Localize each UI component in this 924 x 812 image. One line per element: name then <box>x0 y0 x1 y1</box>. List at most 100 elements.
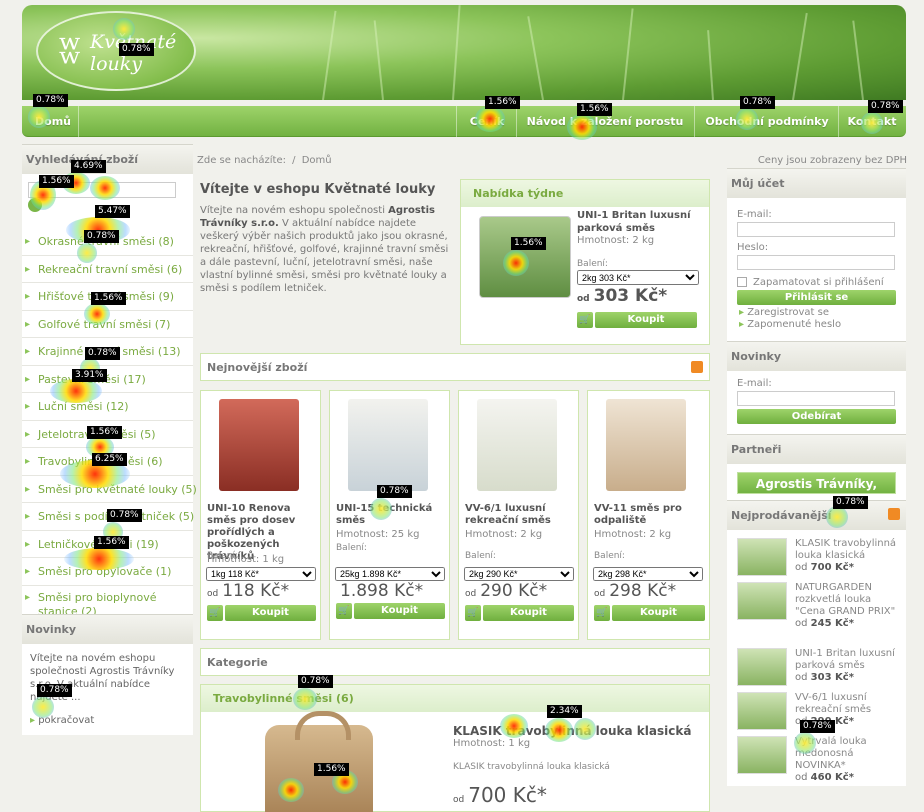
product-image[interactable] <box>219 399 299 491</box>
showcase-product-name[interactable]: KLASIK travobylinná louka klasická <box>453 724 691 738</box>
product-card: UNI-15 technická směs Balení: Hmotnost: … <box>329 390 450 640</box>
offer-pack-label: Balení: <box>577 259 608 269</box>
nav-price-list[interactable]: Ceník <box>458 106 516 137</box>
showcase-product-price: od 700 Kč* <box>453 783 547 807</box>
product-buy-button[interactable]: Koupit <box>483 605 574 621</box>
newest-title: Nejnovější zboží <box>207 361 308 374</box>
offer-buy-button[interactable]: Koupit <box>595 312 697 328</box>
category-showcase: Travobylinné směsi (6) KLASIK travobylin… <box>200 684 710 812</box>
bestseller-image[interactable] <box>737 648 787 686</box>
showcase-product-desc: KLASIK travobylinná louka klasická <box>453 762 610 772</box>
offer-pack-select[interactable]: 2kg 303 Kč* <box>577 270 699 285</box>
product-name[interactable]: VV-11 směs pro odpaliště <box>594 503 706 527</box>
breadcrumb-home[interactable]: Domů <box>302 155 332 166</box>
welcome-section: Vítejte v eshopu Květnaté louky Vítejte … <box>200 182 452 295</box>
rss-icon[interactable] <box>691 361 703 373</box>
left-news-more-link[interactable]: pokračovat <box>38 715 94 726</box>
logo-line-2: louky <box>90 53 142 75</box>
grass-icon: ʬ <box>58 27 82 73</box>
bestseller-image[interactable] <box>737 736 787 774</box>
product-pack-label: Balení: <box>594 551 625 561</box>
bestseller-name[interactable]: VV-6/1 luxusní rekreační směs <box>795 692 871 715</box>
product-image[interactable] <box>606 399 686 491</box>
showcase-product-weight: Hmotnost: 1 kg <box>453 738 531 749</box>
product-card: UNI-10 Renova směs pro dosev prořídlých … <box>200 390 321 640</box>
product-pack-select[interactable]: 2kg 290 Kč* <box>464 567 574 581</box>
product-buy-button[interactable]: Koupit <box>612 605 705 621</box>
category-golfove[interactable]: Golfové travní směsi (7) <box>22 311 193 338</box>
breadcrumb: Zde se nacházíte: / Domů <box>197 155 332 166</box>
category-kvetnate-louky[interactable]: Směsi pro květnaté louky (5) <box>22 476 197 503</box>
bestseller-image[interactable] <box>737 538 787 576</box>
newest-products-header: Nejnovější zboží <box>200 353 710 381</box>
bestseller-image[interactable] <box>737 692 787 730</box>
product-weight: Hmotnost: 1 kg <box>207 554 285 565</box>
product-card: VV-6/1 luxusní rekreační směs Hmotnost: … <box>458 390 579 640</box>
bestseller-item[interactable]: Vytrvalá louka medonosná NOVINKA* od 460 … <box>727 736 906 783</box>
rss-icon[interactable] <box>888 508 900 520</box>
bestseller-name[interactable]: Vytrvalá louka medonosná NOVINKA* <box>795 736 867 771</box>
weekly-offer: Nabídka týdne UNI-1 Britan luxusní parko… <box>460 179 710 345</box>
remember-checkbox[interactable] <box>737 277 747 287</box>
account-email-input[interactable] <box>737 222 895 237</box>
product-image[interactable] <box>348 399 428 491</box>
offer-product-image[interactable] <box>479 216 571 298</box>
nav-terms[interactable]: Obchodní podmínky <box>696 106 838 137</box>
bestsellers-title: Nejprodávanější <box>731 509 832 522</box>
categories-header: Kategorie <box>200 648 710 676</box>
site-logo[interactable]: ʬ Květnaté louky <box>36 11 196 91</box>
category-lucni[interactable]: Luční směsi (12) <box>22 393 193 421</box>
welcome-title: Vítejte v eshopu Květnaté louky <box>200 182 436 197</box>
news-email-input[interactable] <box>737 391 895 406</box>
bestsellers-header: Nejprodávanější <box>727 500 906 530</box>
subscribe-button[interactable]: Odebírat <box>737 409 896 424</box>
offer-weight: Hmotnost: 2 kg <box>577 235 655 246</box>
product-buy-button[interactable]: Koupit <box>354 603 445 619</box>
product-name[interactable]: UNI-15 technická směs <box>336 503 448 527</box>
category-opylovace[interactable]: Směsi pro opylovače (1) <box>22 558 193 586</box>
breadcrumb-prefix: Zde se nacházíte: <box>197 155 286 166</box>
cart-icon[interactable]: 🛒 <box>207 605 223 621</box>
offer-product-name[interactable]: UNI-1 Britan luxusní parková směs <box>577 209 697 235</box>
remember-label: Zapamatovat si přihlášení <box>753 277 884 288</box>
product-price: od 298 Kč* <box>594 581 677 601</box>
forgot-password-link[interactable]: Zapomenuté heslo <box>747 319 841 330</box>
product-price: od 290 Kč* <box>465 581 548 601</box>
bestseller-name[interactable]: UNI-1 Britan luxusní parková směs <box>795 648 895 671</box>
product-weight: Hmotnost: 2 kg <box>594 529 672 540</box>
login-button[interactable]: Přihlásit se <box>737 290 896 305</box>
category-showcase-title[interactable]: Travobylinné směsi (6) <box>213 692 354 705</box>
bestseller-name[interactable]: NATURGARDEN rozkvetlá louka "Cena GRAND … <box>795 582 895 617</box>
search-button[interactable] <box>28 198 42 212</box>
bestseller-item[interactable]: UNI-1 Britan luxusní parková směs od 303 … <box>727 648 906 688</box>
left-news-title: Novinky <box>22 614 193 644</box>
product-pack-select[interactable]: 25kg 1.898 Kč* <box>335 567 445 581</box>
account-password-input[interactable] <box>737 255 895 270</box>
product-weight: Hmotnost: 25 kg <box>336 529 420 540</box>
product-pack-select[interactable]: 1kg 118 Kč* <box>206 567 316 581</box>
account-email-label: E-mail: <box>737 209 772 220</box>
cart-icon[interactable]: 🛒 <box>336 603 352 619</box>
partner-logo[interactable]: Agrostis Trávníky, s.r.o. <box>737 472 896 513</box>
bestseller-item[interactable]: KLASIK travobylinná louka klasická od 700… <box>727 538 906 578</box>
welcome-text: Vítejte na novém eshopu společnosti Agro… <box>200 205 449 294</box>
product-name[interactable]: VV-6/1 luxusní rekreační směs <box>465 503 577 527</box>
bestseller-name[interactable]: KLASIK travobylinná louka klasická <box>795 538 896 561</box>
left-news-panel: Novinky Vítejte na novém eshopu společno… <box>22 614 193 735</box>
cart-icon[interactable]: 🛒 <box>577 312 593 328</box>
bestseller-image[interactable] <box>737 582 787 620</box>
product-price: od 118 Kč* <box>207 581 290 601</box>
category-pastevni[interactable]: Pastevní směsi (17) <box>22 366 193 393</box>
nav-home[interactable]: Domů <box>28 106 78 137</box>
product-pack-select[interactable]: 2kg 298 Kč* <box>593 567 703 581</box>
news-email-label: E-mail: <box>737 378 772 389</box>
account-title: Můj účet <box>727 168 906 198</box>
product-image[interactable] <box>477 399 557 491</box>
cart-icon[interactable]: 🛒 <box>594 605 610 621</box>
product-buy-button[interactable]: Koupit <box>225 605 316 621</box>
register-link[interactable]: Zaregistrovat se <box>747 307 829 318</box>
category-rekreacni[interactable]: Rekreační travní směsi (6) <box>22 256 193 283</box>
bestseller-item[interactable]: NATURGARDEN rozkvetlá louka "Cena GRAND … <box>727 582 906 644</box>
cart-icon[interactable]: 🛒 <box>465 605 481 621</box>
partners-title: Partneři <box>727 434 906 464</box>
